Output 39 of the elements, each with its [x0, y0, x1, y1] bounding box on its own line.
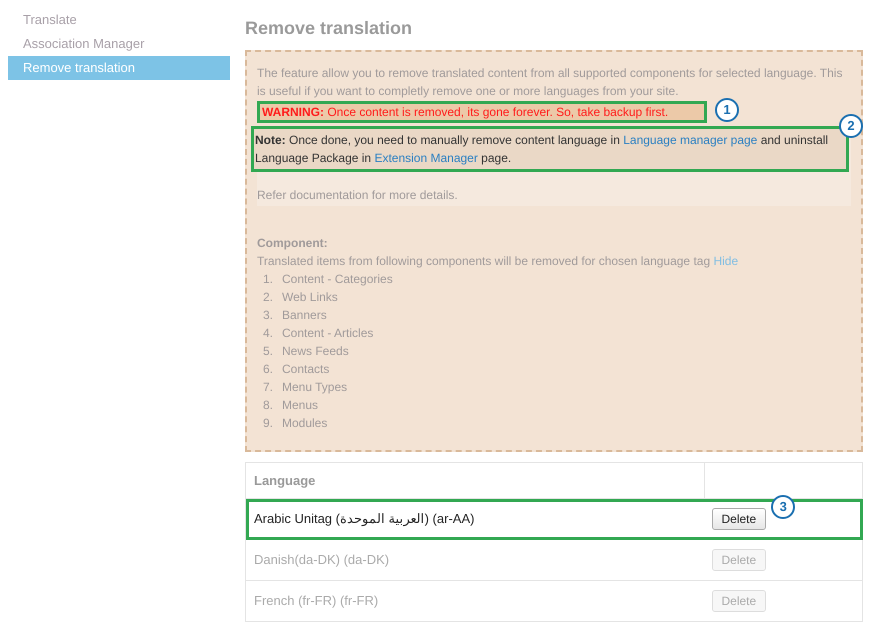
callout-number: 1	[715, 98, 739, 122]
list-number: 9.	[263, 415, 274, 432]
component-heading: Component:	[257, 235, 329, 252]
sidebar-item[interactable]: Association Manager	[8, 32, 230, 56]
text-link[interactable]: Extension Manager	[374, 151, 478, 165]
column-header: Language	[246, 462, 704, 498]
component-name: Content - Articles	[282, 325, 374, 342]
hide-link[interactable]: Hide	[713, 254, 738, 268]
component-name: Menu Types	[282, 379, 348, 396]
component-name: Web Links	[282, 289, 338, 306]
list-number: 5.	[263, 343, 274, 360]
list-number: 2.	[263, 289, 274, 306]
component-name: Modules	[282, 415, 328, 432]
list-number: 4.	[263, 325, 274, 342]
callout-number: 3	[771, 495, 796, 519]
component-name: Content - Categories	[282, 271, 393, 288]
list-number: 7.	[263, 379, 274, 396]
component-name: Banners	[282, 307, 327, 324]
component-name: Contacts	[282, 361, 330, 378]
component-name: Menus	[282, 397, 318, 414]
list-number: 6.	[263, 361, 274, 378]
page-title: Remove translation	[245, 17, 414, 40]
callout-number: 2	[839, 114, 863, 138]
text-link[interactable]: Language manager page	[623, 133, 758, 147]
delete-button[interactable]: Delete	[712, 508, 766, 530]
intro-text: The feature allow you to remove translated content from all supported components for selected language. This is useful if you want to completly remove one or more languages from your site.	[257, 65, 844, 100]
refer-text: Refer documentation for more details.	[257, 187, 459, 204]
list-number: 3.	[263, 307, 274, 324]
warning-text: WARNING: Once content is removed, its gone forever. So, take backup first.	[257, 101, 707, 123]
note-text: Note: Once done, you need to manually remove content language in Language manager page and uninstall Language Package in Extension Manager page.	[251, 126, 849, 172]
component-name: News Feeds	[282, 343, 349, 360]
sidebar-item[interactable]: Translate	[8, 8, 230, 32]
component-description: Translated items from following components will be removed for chosen language tag Hide	[257, 253, 740, 270]
list-number: 1.	[263, 271, 274, 288]
table-cell: French (fr-FR) (fr-FR)	[246, 580, 704, 622]
list-number: 8.	[263, 397, 274, 414]
table-cell: Danish(da-DK) (da-DK)	[246, 540, 704, 580]
sidebar-item[interactable]: Remove translation	[8, 56, 230, 80]
table-cell: Arabic Unitag (العربية الموحدة) (ar-AA)	[246, 498, 704, 540]
